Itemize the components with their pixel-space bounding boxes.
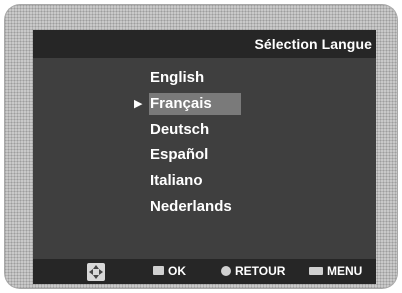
- selection-cursor-icon: ▶: [134, 98, 143, 110]
- directional-pad-icon: [87, 263, 105, 281]
- arrow-down-icon: [93, 275, 99, 279]
- menu-item-francais[interactable]: Français: [149, 93, 241, 115]
- retour-label: RETOUR: [235, 264, 286, 278]
- footer-bar: OK RETOUR MENU: [33, 259, 376, 284]
- menu-icon: [309, 266, 323, 275]
- enter-icon: [153, 266, 164, 276]
- arrow-right-icon: [99, 269, 103, 275]
- menu-item-deutsch[interactable]: Deutsch: [149, 119, 241, 141]
- arrow-left-icon: [89, 269, 93, 275]
- menu-item-english[interactable]: English: [149, 67, 241, 89]
- return-icon: [221, 265, 231, 276]
- page-title: Sélection Langue: [254, 36, 372, 52]
- osd-screen: Sélection Langue ▶ English Français Deut…: [33, 30, 376, 284]
- tv-frame: Sélection Langue ▶ English Français Deut…: [4, 4, 398, 289]
- menu-item-italiano[interactable]: Italiano: [149, 170, 241, 192]
- menu-item-espanol[interactable]: Español: [149, 144, 241, 166]
- ok-label: OK: [168, 264, 186, 278]
- title-bar: Sélection Langue: [33, 30, 376, 58]
- retour-button[interactable]: RETOUR: [221, 259, 285, 284]
- menu-item-nederlands[interactable]: Nederlands: [149, 196, 241, 218]
- ok-button[interactable]: OK: [153, 259, 186, 284]
- menu-label: MENU: [327, 264, 363, 278]
- menu-button[interactable]: MENU: [309, 259, 362, 284]
